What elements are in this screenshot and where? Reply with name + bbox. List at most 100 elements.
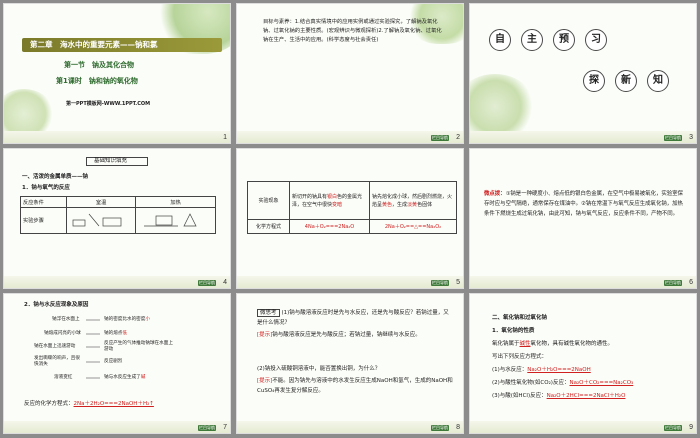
nav-back-button[interactable]: 栏目导航 bbox=[431, 425, 449, 431]
answer-text: 黄色 bbox=[382, 201, 393, 208]
slide-number: 3 bbox=[689, 134, 693, 141]
heading-char: 主 bbox=[521, 29, 543, 51]
heading: 2．钠与水反应现象及原因 bbox=[24, 302, 89, 308]
slide-number: 2 bbox=[456, 134, 460, 141]
slide-3[interactable]: 自主预习 探新知 栏目导航 3 bbox=[469, 3, 697, 144]
question-text: (1)钠与酸溶液反应时是先与水反应，还是先与酸反应？若钠过量，又是什么情况？ bbox=[257, 310, 449, 326]
reaction-table: 反应条件 室温 加热 实验步骤 bbox=[20, 196, 216, 234]
hint-label: [提示] bbox=[257, 378, 273, 384]
nav-back-button[interactable]: 栏目导航 bbox=[431, 135, 449, 141]
answer-text: 低 bbox=[122, 331, 127, 336]
footer-bar bbox=[237, 421, 463, 433]
tip-label: 微点拨： bbox=[484, 191, 506, 197]
slide-2[interactable]: 目标与素养：1.结合真实情境中的应用实例或通过实验探究，了解钠及氧化钠、过氧化钠… bbox=[236, 3, 464, 144]
objectives-text: 目标与素养：1.结合真实情境中的应用实例或通过实验探究，了解钠及氧化钠、过氧化钠… bbox=[263, 19, 442, 43]
brand-text: 第一PPT模板网-WWW.1PPT.COM bbox=[66, 101, 151, 107]
line-text: 氧化钠属于 bbox=[492, 341, 520, 347]
arrows bbox=[86, 319, 100, 379]
question-1: 微思考 (1)钠与酸溶液反应时是先与水反应，还是先与酸反应？若钠过量，又是什么情况… bbox=[257, 308, 453, 328]
slide-number: 6 bbox=[689, 279, 693, 286]
chapter-title: 第二章 海水中的重要元素——钠和氯 bbox=[30, 40, 158, 49]
cell-header: 室温 bbox=[65, 196, 137, 208]
equation-text: Na₂O＋CO₂===Na₂CO₃ bbox=[569, 380, 634, 386]
answer-text: 淡黄 bbox=[407, 201, 418, 208]
question-2: (2)钠投入硫酸铜溶液中，能否置换出铜，为什么？ bbox=[257, 366, 381, 372]
answer-text: 小 bbox=[145, 317, 150, 322]
reason-item: 钠与水反应生成了碱 bbox=[104, 374, 145, 383]
slide-1[interactable]: 第二章 海水中的重要元素——钠和氯 第一节 钠及其化合物 第1课时 钠和钠的氧化… bbox=[3, 3, 231, 144]
heading-char: 自 bbox=[489, 29, 511, 51]
heading-char: 探 bbox=[583, 70, 605, 92]
cell-text: ，生成 bbox=[392, 201, 408, 208]
phenomenon-item: 钠在水面上迅速游动 bbox=[34, 344, 76, 349]
self-study-heading: 自主预习 bbox=[484, 27, 612, 51]
nav-back-button[interactable]: 栏目导航 bbox=[198, 280, 216, 286]
footer-bar bbox=[4, 421, 230, 433]
instruction: 写出下列反应方程式： bbox=[492, 354, 548, 360]
footer-bar bbox=[470, 421, 696, 433]
footer-bar bbox=[470, 276, 696, 288]
equation-label: (2)与酸性氧化物(如CO₂)反应： bbox=[492, 380, 570, 386]
slide-number: 5 bbox=[456, 279, 460, 286]
answer-text: 银白 bbox=[327, 193, 338, 200]
think-badge: 微思考 bbox=[257, 309, 280, 317]
answer-text: 钠与酸溶液反应是先与酸反应；若钠过量，钠继续与水反应。 bbox=[272, 332, 421, 338]
footer-bar bbox=[237, 276, 463, 288]
equation-text: 4Na＋O₂===2Na₂O bbox=[289, 219, 370, 234]
equation-label: (3)与酸(如HCl)反应： bbox=[492, 393, 547, 399]
formula-line: 反应的化学方程式：2Na＋2H₂O===2NaOH＋H₂↑ bbox=[24, 400, 154, 409]
heading-2: 1．氧化钠的性质 bbox=[492, 328, 535, 334]
slide-8[interactable]: 微思考 (1)钠与酸溶液反应时是先与水反应，还是先与酸反应？若钠过量，又是什么情况… bbox=[236, 293, 464, 434]
slide-6[interactable]: 微点拨：①钠是一种硬度小、熔点低的银白色金属，在空气中极易被氧化，实验室保存时应… bbox=[469, 148, 697, 289]
slide-9[interactable]: 二、氧化钠和过氧化钠 1．氧化钠的性质 氧化钠属于碱性氧化物，具有碱性氧化物的通… bbox=[469, 293, 697, 434]
slide-number: 7 bbox=[223, 424, 227, 431]
nav-back-button[interactable]: 栏目导航 bbox=[198, 425, 216, 431]
footer-bar bbox=[237, 131, 463, 143]
nav-back-button[interactable]: 栏目导航 bbox=[431, 280, 449, 286]
heading-char: 新 bbox=[615, 70, 637, 92]
nav-back-button[interactable]: 栏目导航 bbox=[664, 135, 682, 141]
reason-item: 反应产生的气体推动钠球在水面上游动 bbox=[104, 341, 173, 352]
property-line: 氧化钠属于碱性氧化物，具有碱性氧化物的通性。 bbox=[492, 340, 613, 349]
answer-text: 变暗 bbox=[332, 201, 343, 208]
hint-label: [提示] bbox=[257, 332, 273, 338]
equation-text: 2Na＋O₂==△==Na₂O₂ bbox=[369, 219, 457, 234]
tip-body: ①钠是一种硬度小、熔点低的银白色金属，在空气中极易被氧化，实验室保存时应与空气隔… bbox=[484, 191, 683, 217]
lesson-title: 第1课时 钠和钠的氧化物 bbox=[56, 77, 138, 85]
slide-number: 8 bbox=[456, 424, 460, 431]
nav-back-button[interactable]: 栏目导航 bbox=[664, 280, 682, 286]
phenomena-table: 实验现象 新切开的钠具有银白色的金属光泽，在空气中很快变暗 钠先熔化成小球，然后… bbox=[247, 181, 457, 234]
tip-text: 微点拨：①钠是一种硬度小、熔点低的银白色金属，在空气中极易被氧化，实验室保存时应… bbox=[484, 189, 688, 219]
phenomenon-item: 发出嘶嘶的响声，且很快消失 bbox=[34, 356, 80, 367]
heading-2: 1．钠与氧气的反应 bbox=[22, 185, 70, 191]
reason-item: 反应剧烈 bbox=[104, 359, 123, 364]
equation-text: Na₂O＋H₂O===2NaOH bbox=[527, 367, 591, 373]
slide-number: 4 bbox=[223, 279, 227, 286]
cell-text: 新切开的钠具有 bbox=[292, 193, 328, 200]
equation-line-1: (1)与水反应：Na₂O＋H₂O===2NaOH bbox=[492, 366, 591, 375]
equation-line-2: (2)与酸性氧化物(如CO₂)反应：Na₂O＋CO₂===Na₂CO₃ bbox=[492, 379, 633, 388]
cell-text: 色固体 bbox=[417, 201, 433, 208]
nav-back-button[interactable]: 栏目导航 bbox=[664, 425, 682, 431]
section-tag-label: 基础知识填充 bbox=[94, 158, 128, 164]
answer-2: [提示]不能。因为钠先与溶液中的水发生反应生成NaOH和氢气，生成的NaOH和C… bbox=[257, 376, 453, 396]
equation-text: 2Na＋2H₂O===2NaOH＋H₂↑ bbox=[73, 401, 154, 407]
heading-1: 一、活泼的金属单质——钠 bbox=[22, 174, 89, 180]
slide-7[interactable]: 2．钠与水反应现象及原因 钠浮在水面上 钠熔成闪亮的小球 钠在水面上迅速游动 发… bbox=[3, 293, 231, 434]
heading-1: 二、氧化钠和过氧化钠 bbox=[492, 315, 548, 321]
slide-4[interactable]: 基础知识填充 一、活泼的金属单质——钠 1．钠与氧气的反应 反应条件 室温 加热 实… bbox=[3, 148, 231, 289]
cell-header: 加热 bbox=[135, 196, 216, 208]
slide-5[interactable]: 实验现象 新切开的钠具有银白色的金属光泽，在空气中很快变暗 钠先熔化成小球，然后… bbox=[236, 148, 464, 289]
footer-bar bbox=[470, 131, 696, 143]
phenomenon-item: 钠熔成闪亮的小球 bbox=[44, 331, 81, 336]
reason-text: 钠的熔点 bbox=[104, 331, 123, 336]
cell-label: 实验现象 bbox=[247, 181, 290, 220]
equation-text: Na₂O＋2HCl===2NaCl＋H₂O bbox=[546, 393, 626, 399]
line-text: 氧化物，具有碱性氧化物的通性。 bbox=[530, 341, 614, 347]
slide-number: 1 bbox=[223, 134, 227, 141]
apparatus-icon bbox=[72, 213, 122, 226]
cell-header: 反应条件 bbox=[20, 196, 67, 208]
heading-char: 预 bbox=[553, 29, 575, 51]
phenomenon-item: 钠浮在水面上 bbox=[52, 317, 80, 322]
equation-line-3: (3)与酸(如HCl)反应：Na₂O＋2HCl===2NaCl＋H₂O bbox=[492, 392, 625, 401]
